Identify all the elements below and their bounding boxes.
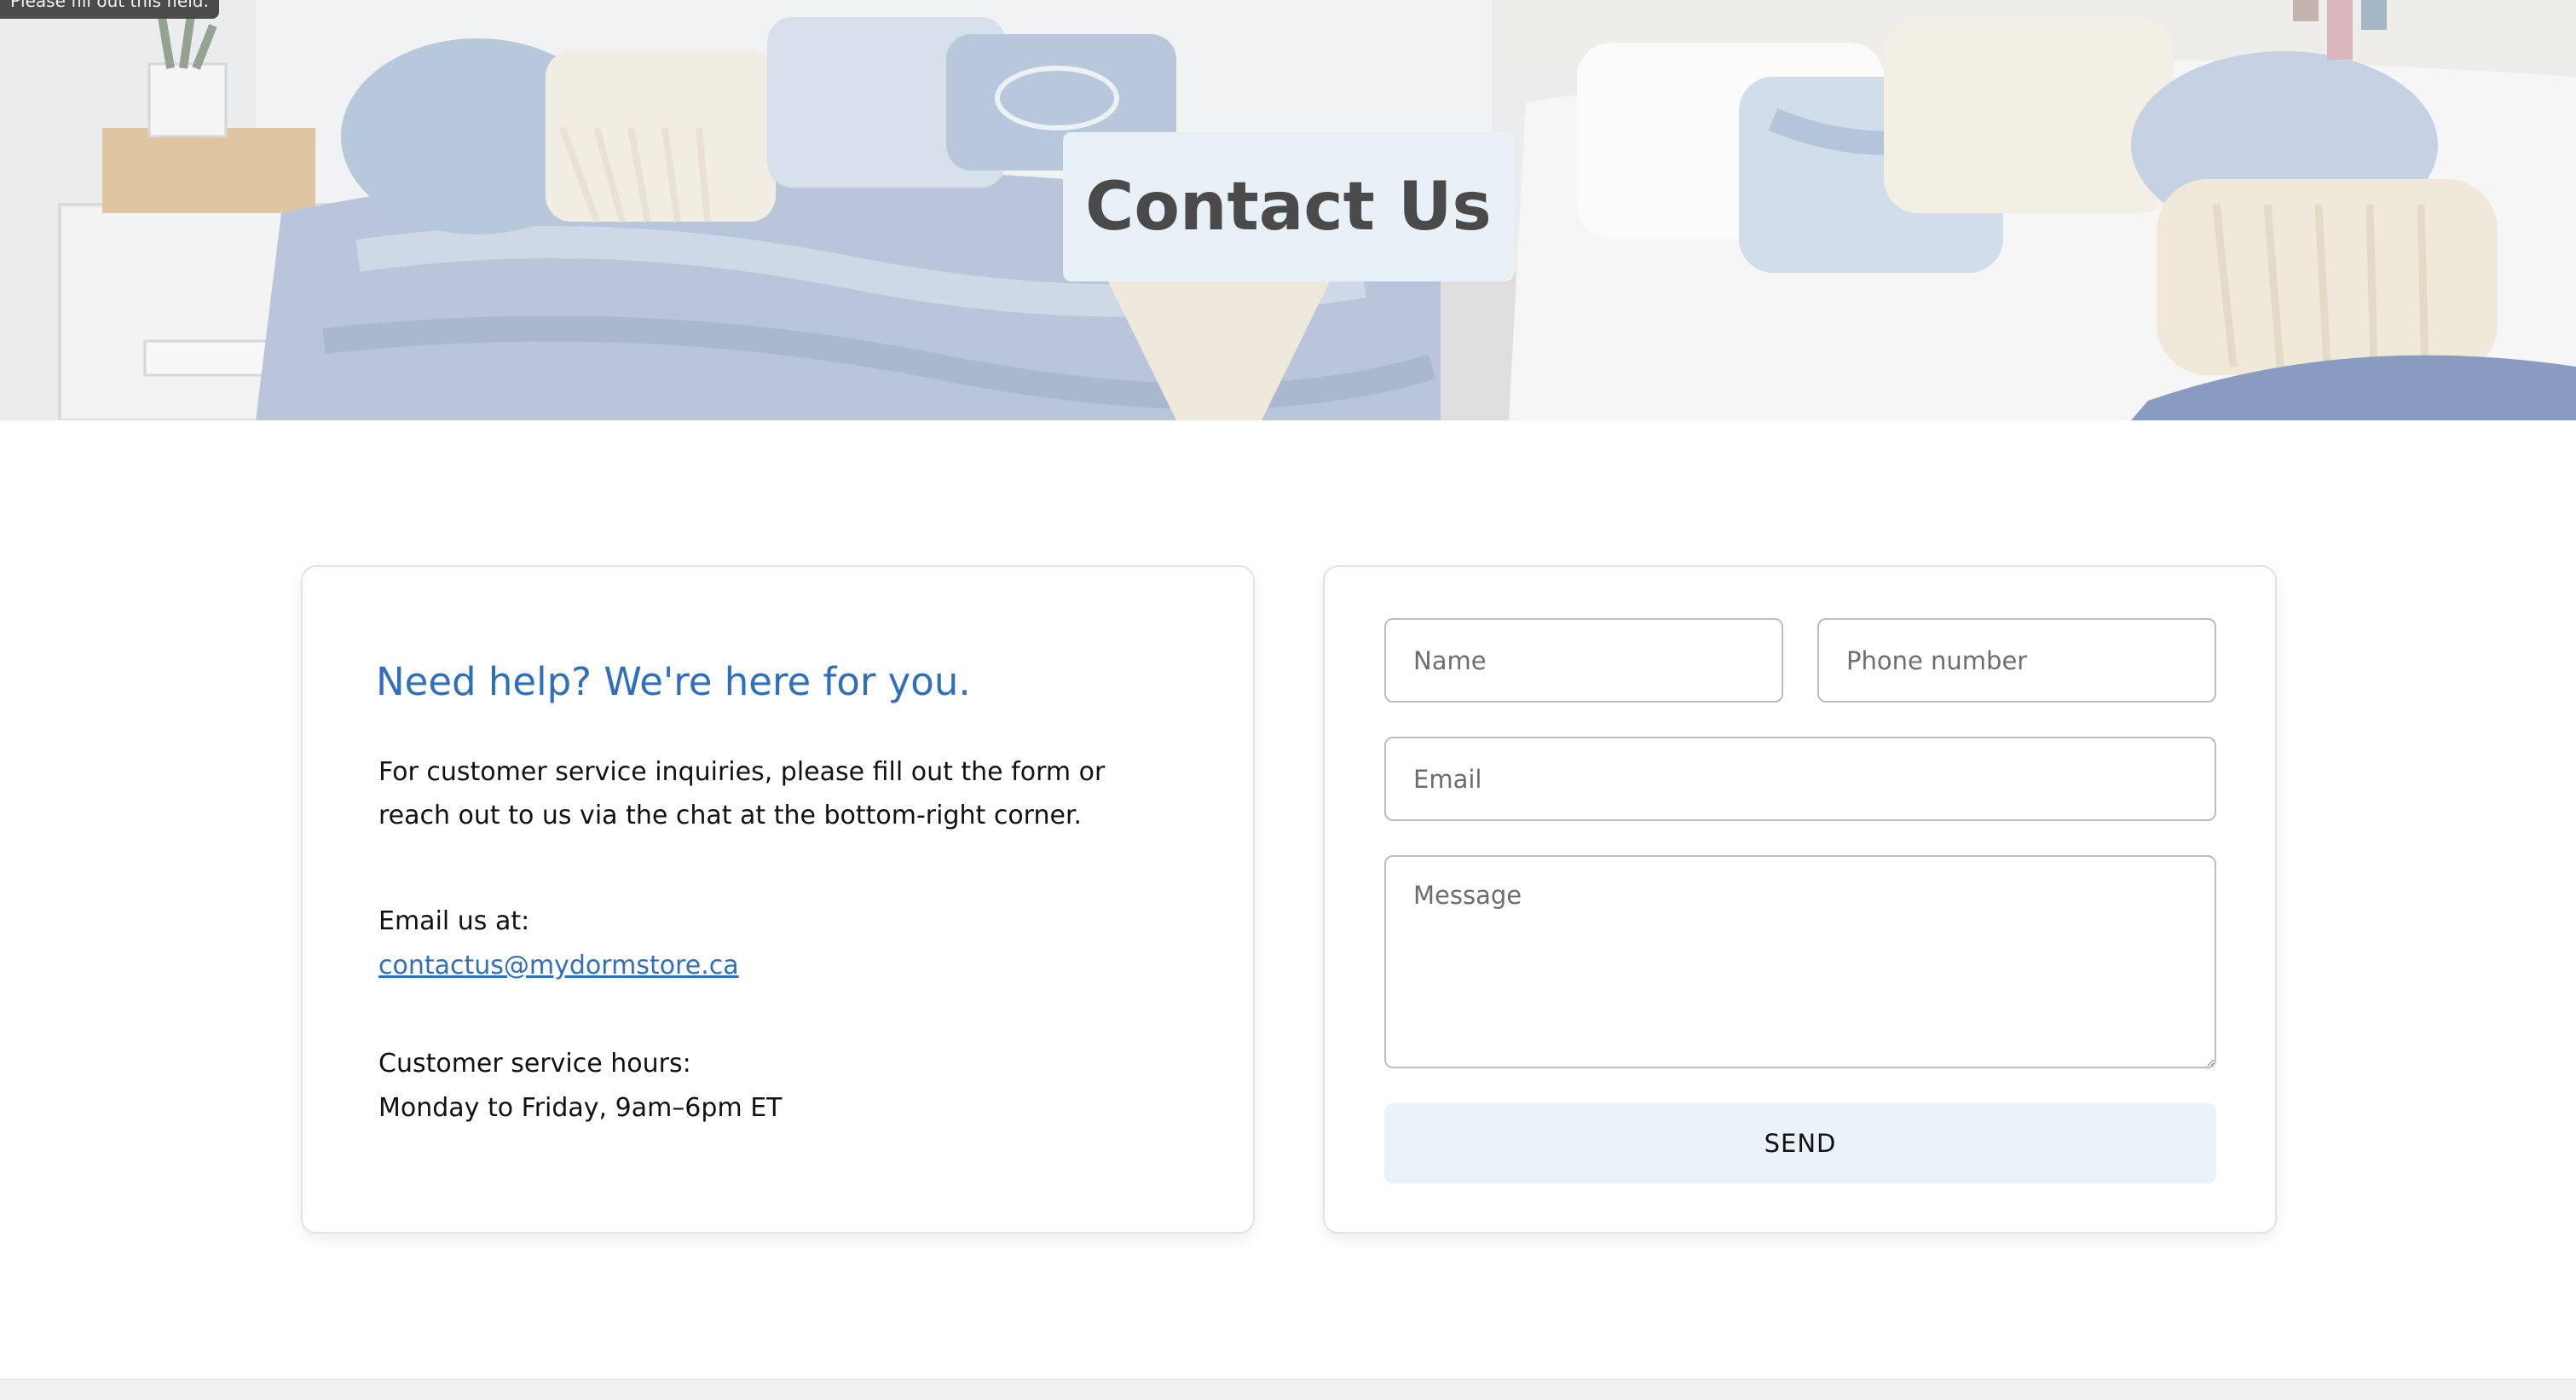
- contact-info-card: Need help? We're here for you. For custo…: [301, 565, 1255, 1234]
- email-link[interactable]: contactus@mydormstore.ca: [378, 944, 739, 987]
- email-input[interactable]: [1384, 737, 2216, 821]
- contact-form-card: SEND: [1323, 565, 2277, 1234]
- hours-value: Monday to Friday, 9am–6pm ET: [378, 1093, 783, 1123]
- footer-strip: [0, 1379, 2576, 1400]
- page-title: Contact Us: [1085, 168, 1492, 246]
- page-title-box: Contact Us: [1063, 132, 1514, 281]
- send-button[interactable]: SEND: [1384, 1103, 2216, 1183]
- phone-input[interactable]: [1817, 618, 2216, 703]
- email-label: Email us at:: [378, 906, 530, 936]
- help-heading: Need help? We're here for you.: [376, 659, 971, 704]
- hero-banner: Contact Us: [0, 0, 2576, 420]
- help-description: For customer service inquiries, please f…: [378, 757, 1106, 830]
- validation-tooltip: Please fill out this field.: [0, 0, 219, 19]
- message-textarea[interactable]: [1384, 855, 2216, 1068]
- name-input[interactable]: [1384, 618, 1783, 703]
- validation-tooltip-text: Please fill out this field.: [10, 0, 209, 11]
- hours-label: Customer service hours:: [378, 1049, 691, 1079]
